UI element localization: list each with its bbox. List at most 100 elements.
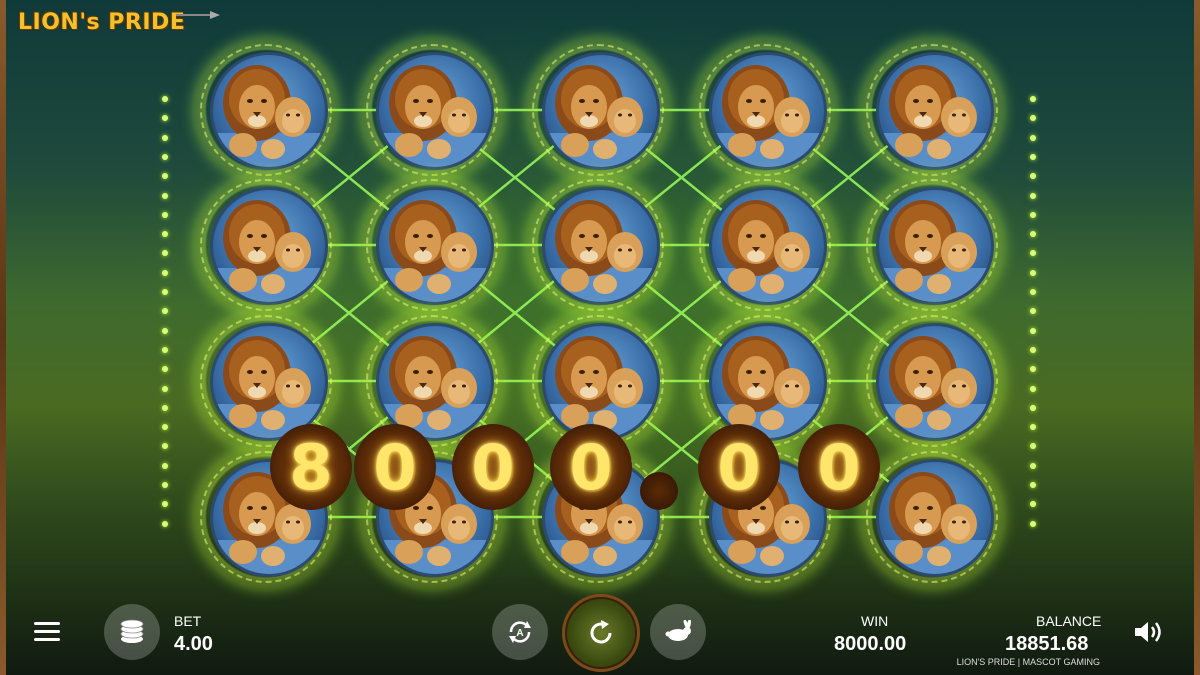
lion-symbol [876, 323, 994, 441]
footer-credit: LION'S PRIDE | MASCOT GAMING [956, 657, 1100, 667]
lion-pride-icon [712, 65, 824, 167]
reel-cell [360, 173, 504, 317]
payline-dot [1030, 115, 1036, 122]
payline-dot [1030, 424, 1036, 431]
reel-cell [860, 309, 1004, 453]
lion-symbol [876, 187, 994, 305]
payline-dot [162, 211, 168, 218]
payline-dot [1030, 134, 1036, 141]
lion-pride-icon [879, 200, 991, 302]
lion-pride-icon [712, 336, 824, 438]
payline-dot [162, 96, 168, 102]
payline-dot [1030, 173, 1036, 180]
payline-dot [1030, 404, 1036, 411]
win-digit: 0 [798, 424, 880, 510]
menu-button[interactable] [34, 622, 60, 642]
payline-dot [1030, 520, 1036, 527]
speaker-icon [1135, 622, 1161, 642]
lion-symbol [210, 52, 328, 170]
payline-dot [1030, 327, 1036, 334]
payline-dot [1030, 269, 1036, 276]
payline-dot [162, 308, 168, 315]
payline-dot [162, 482, 168, 488]
payline-dot [162, 443, 168, 450]
payline-dot [162, 192, 168, 199]
reel-cell [693, 173, 837, 317]
payline-dot [162, 404, 168, 411]
lion-pride-icon [213, 336, 325, 438]
spear-icon [176, 11, 220, 19]
reel-cell [860, 38, 1004, 182]
payline-dot [162, 153, 168, 160]
payline-dot [162, 462, 168, 469]
lion-symbol [542, 187, 660, 305]
lion-symbol [376, 52, 494, 170]
game-logo: LION's PRIDE [18, 8, 185, 36]
payline-dot [1030, 250, 1036, 257]
payline-dot [162, 424, 168, 431]
payline-dot [1030, 153, 1036, 160]
right-payline-dots [1030, 96, 1038, 536]
lion-pride-icon [213, 65, 325, 167]
payline-dot [162, 173, 168, 180]
lion-pride-icon [379, 65, 491, 167]
lion-symbol [709, 187, 827, 305]
lion-symbol [709, 52, 827, 170]
lion-symbol [876, 52, 994, 170]
lion-symbol [876, 459, 994, 577]
turbo-button[interactable] [650, 604, 706, 660]
sound-button[interactable] [1132, 618, 1168, 646]
lion-pride-icon [712, 200, 824, 302]
bet-value: 4.00 [174, 633, 213, 655]
win-digit: 0 [452, 424, 534, 510]
payline-dot [162, 115, 168, 122]
payline-dot [162, 250, 168, 257]
balance-value: 18851.68 [1005, 633, 1089, 655]
left-frame-border [0, 0, 6, 675]
win-digit: 8 [270, 424, 352, 510]
payline-dot [162, 269, 168, 276]
reel-cell [860, 173, 1004, 317]
lion-pride-icon [379, 336, 491, 438]
win-decimal-point: . [640, 472, 678, 510]
autoplay-icon: A [509, 621, 531, 643]
payline-dot [1030, 501, 1036, 508]
left-payline-dots [162, 96, 170, 536]
lion-symbol [709, 323, 827, 441]
payline-dot [162, 231, 168, 238]
lion-pride-icon [545, 336, 657, 438]
payline-dot [162, 327, 168, 334]
payline-dot [1030, 462, 1036, 469]
payline-dot [1030, 231, 1036, 238]
reel-cell [360, 38, 504, 182]
payline-dot [1030, 308, 1036, 315]
logo-text: LION's PRIDE [18, 9, 186, 35]
reel-cell [194, 173, 338, 317]
reel-cell [526, 173, 670, 317]
reel-cell [693, 38, 837, 182]
win-digit: 0 [354, 424, 436, 510]
reel-cell [860, 445, 1004, 589]
bet-button[interactable] [104, 604, 160, 660]
bet-label: BET [174, 613, 202, 629]
lion-pride-icon [879, 65, 991, 167]
autoplay-button[interactable]: A [492, 604, 548, 660]
payline-dot [162, 366, 168, 373]
lion-pride-icon [545, 65, 657, 167]
payline-dot [162, 346, 168, 353]
payline-dot [1030, 289, 1036, 295]
payline-dot [162, 289, 168, 295]
payline-dot [1030, 366, 1036, 373]
svg-text:A: A [516, 628, 523, 639]
payline-dot [162, 385, 168, 392]
win-digit: 0 [550, 424, 632, 510]
right-frame-border [1194, 0, 1200, 675]
spin-button[interactable] [562, 594, 640, 672]
lion-symbol [376, 187, 494, 305]
payline-dot [1030, 482, 1036, 488]
lion-pride-icon [379, 200, 491, 302]
payline-dot [1030, 211, 1036, 218]
lion-symbol [542, 323, 660, 441]
lion-pride-icon [213, 200, 325, 302]
payline-dot [1030, 443, 1036, 450]
